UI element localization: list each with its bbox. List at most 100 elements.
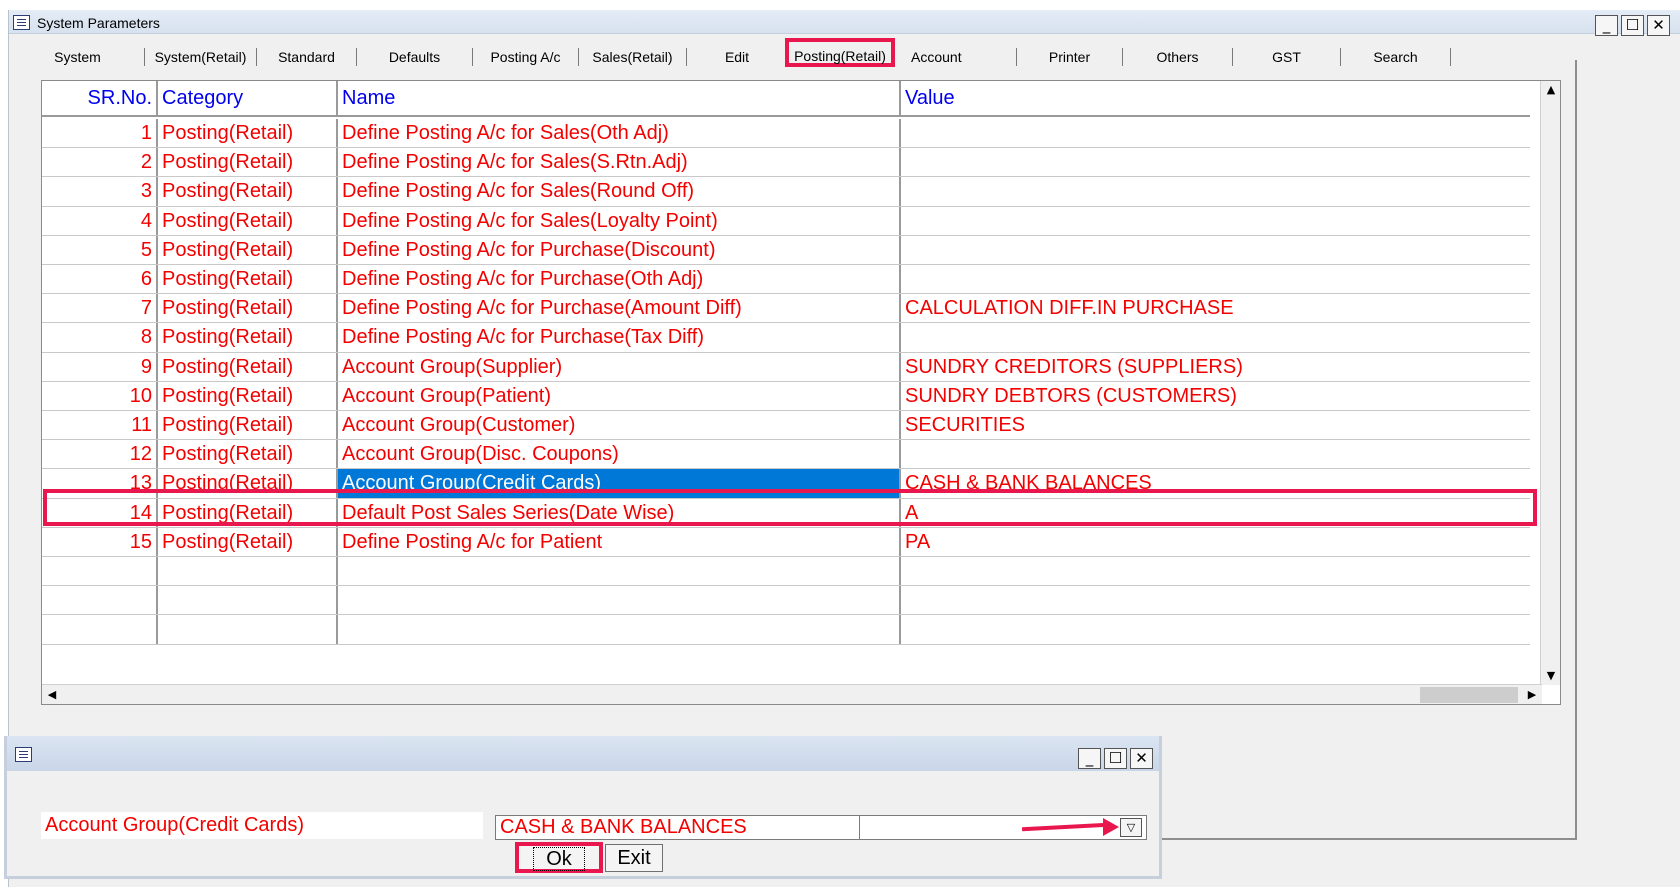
column-header-sr-no[interactable]: SR.No. — [42, 81, 158, 115]
table-row[interactable]: 6 Posting(Retail) Define Posting A/c for P… — [42, 265, 1530, 295]
cell-name[interactable] — [338, 615, 901, 644]
cell-category[interactable]: Posting(Retail) — [158, 119, 338, 148]
table-row[interactable] — [42, 615, 1530, 645]
cell-category[interactable]: Posting(Retail) — [158, 440, 338, 469]
cell-category[interactable]: Posting(Retail) — [158, 177, 338, 206]
table-row[interactable]: 5 Posting(Retail) Define Posting A/c for P… — [42, 235, 1530, 265]
table-row[interactable]: 4 Posting(Retail) Define Posting A/c for S… — [42, 206, 1530, 236]
cell-sr-no[interactable] — [42, 615, 158, 644]
scroll-left-arrow-icon[interactable]: ◀ — [42, 686, 62, 704]
dialog-maximize-button[interactable]: ☐ — [1104, 748, 1127, 769]
cell-category[interactable]: Posting(Retail) — [158, 352, 338, 381]
cell-sr-no[interactable]: 6 — [42, 265, 158, 294]
cell-name[interactable]: Define Posting A/c for Sales(Oth Adj) — [338, 119, 901, 148]
cell-name[interactable]: Define Posting A/c for Sales(S.Rtn.Adj) — [338, 148, 901, 177]
table-row[interactable]: 14 Posting(Retail) Default Post Sales Seri… — [42, 498, 1530, 528]
cell-name[interactable]: Define Posting A/c for Purchase(Amount D… — [338, 294, 901, 323]
cell-sr-no[interactable]: 13 — [42, 469, 158, 498]
horizontal-scroll-thumb[interactable] — [1420, 687, 1518, 703]
dialog-title-bar[interactable]: _ ☐ ✕ — [7, 736, 1159, 771]
cell-name[interactable]: Account Group(Supplier) — [338, 352, 901, 381]
cell-name[interactable]: Account Group(Customer) — [338, 411, 901, 440]
cell-category[interactable]: Posting(Retail) — [158, 235, 338, 264]
vertical-scrollbar[interactable]: ▲ ▼ — [1540, 81, 1560, 685]
column-header-name[interactable]: Name — [338, 81, 901, 115]
ok-button[interactable]: Ok — [515, 842, 603, 873]
cell-category[interactable]: Posting(Retail) — [158, 206, 338, 235]
cell-sr-no[interactable]: 4 — [42, 206, 158, 235]
cell-category[interactable] — [158, 586, 338, 615]
cell-category[interactable]: Posting(Retail) — [158, 323, 338, 352]
table-row[interactable]: 7 Posting(Retail) Define Posting A/c for P… — [42, 294, 1530, 324]
cell-value[interactable] — [901, 323, 1530, 351]
table-row[interactable]: 13 Posting(Retail) Account Group(Credit Ca… — [42, 469, 1530, 499]
cell-sr-no[interactable]: 2 — [42, 148, 158, 177]
cell-value[interactable] — [901, 119, 1530, 147]
table-row[interactable]: 12 Posting(Retail) Account Group(Disc. Cou… — [42, 440, 1530, 470]
cell-name[interactable]: Define Posting A/c for Purchase(Discount… — [338, 235, 901, 264]
cell-name[interactable]: Define Posting A/c for Purchase(Tax Diff… — [338, 323, 901, 352]
cell-name[interactable]: Define Posting A/c for Sales(Round Off) — [338, 177, 901, 206]
column-header-value[interactable]: Value — [901, 81, 1530, 115]
table-row[interactable]: 11 Posting(Retail) Account Group(Customer)… — [42, 411, 1530, 441]
horizontal-scrollbar[interactable]: ◀ ▶ — [42, 684, 1542, 704]
scroll-right-arrow-icon[interactable]: ▶ — [1522, 686, 1542, 704]
cell-value[interactable] — [901, 440, 1530, 468]
cell-name[interactable]: Account Group(Disc. Coupons) — [338, 440, 901, 469]
tab-system-retail[interactable]: System(Retail) — [145, 48, 257, 66]
cell-category[interactable]: Posting(Retail) — [158, 469, 338, 498]
maximize-button[interactable]: ☐ — [1621, 15, 1644, 36]
scroll-up-arrow-icon[interactable]: ▲ — [1541, 81, 1560, 99]
cell-sr-no[interactable] — [42, 586, 158, 615]
tab-system[interactable]: System — [11, 48, 145, 66]
window-menu-icon[interactable] — [13, 15, 30, 30]
cell-sr-no[interactable]: 8 — [42, 323, 158, 352]
tab-printer[interactable]: Printer — [1017, 48, 1123, 66]
table-row[interactable]: 8 Posting(Retail) Define Posting A/c for P… — [42, 323, 1530, 353]
cell-category[interactable] — [158, 557, 338, 586]
cell-name[interactable]: Define Posting A/c for Purchase(Oth Adj) — [338, 265, 901, 294]
cell-sr-no[interactable]: 9 — [42, 352, 158, 381]
table-row[interactable] — [42, 586, 1530, 616]
cell-value[interactable]: SUNDRY CREDITORS (SUPPLIERS) — [901, 353, 1530, 381]
table-row[interactable]: 10 Posting(Retail) Account Group(Patient) S… — [42, 381, 1530, 411]
cell-value[interactable] — [901, 236, 1530, 264]
table-row[interactable]: 1 Posting(Retail) Define Posting A/c for S… — [42, 119, 1530, 149]
tab-standard[interactable]: Standard — [257, 48, 357, 66]
scroll-down-arrow-icon[interactable]: ▼ — [1541, 667, 1560, 685]
cell-value[interactable] — [901, 265, 1530, 293]
cell-sr-no[interactable]: 11 — [42, 411, 158, 440]
tab-gst[interactable]: GST — [1233, 48, 1341, 66]
tab-others[interactable]: Others — [1123, 48, 1233, 66]
column-header-category[interactable]: Category — [158, 81, 338, 115]
table-row[interactable]: 2 Posting(Retail) Define Posting A/c for S… — [42, 148, 1530, 178]
tab-account[interactable]: Account — [897, 48, 1017, 66]
cell-sr-no[interactable]: 15 — [42, 527, 158, 556]
cell-value[interactable] — [901, 207, 1530, 235]
table-row[interactable]: 9 Posting(Retail) Account Group(Supplier) S… — [42, 352, 1530, 382]
cell-value[interactable]: PA — [901, 528, 1530, 556]
tab-search[interactable]: Search — [1341, 48, 1451, 66]
cell-name[interactable] — [338, 557, 901, 586]
exit-button[interactable]: Exit — [605, 844, 663, 872]
minimize-button[interactable]: _ — [1595, 15, 1618, 36]
cell-name[interactable]: Define Posting A/c for Sales(Loyalty Poi… — [338, 206, 901, 235]
tab-posting-ac[interactable]: Posting A/c — [473, 48, 579, 66]
cell-name[interactable]: Default Post Sales Series(Date Wise) — [338, 498, 901, 527]
cell-category[interactable]: Posting(Retail) — [158, 294, 338, 323]
tab-sales-retail[interactable]: Sales(Retail) — [579, 48, 687, 66]
account-group-select-value[interactable]: CASH & BANK BALANCES — [500, 816, 860, 839]
cell-value[interactable]: A — [901, 499, 1530, 527]
cell-sr-no[interactable]: 12 — [42, 440, 158, 469]
cell-category[interactable] — [158, 615, 338, 644]
cell-value[interactable] — [901, 586, 1530, 614]
cell-category[interactable]: Posting(Retail) — [158, 265, 338, 294]
cell-sr-no[interactable]: 7 — [42, 294, 158, 323]
cell-value[interactable] — [901, 557, 1530, 585]
cell-name[interactable]: Define Posting A/c for Patient — [338, 527, 901, 556]
cell-sr-no[interactable]: 14 — [42, 498, 158, 527]
cell-category[interactable]: Posting(Retail) — [158, 411, 338, 440]
cell-value[interactable] — [901, 615, 1530, 643]
table-row[interactable] — [42, 557, 1530, 587]
tab-edit[interactable]: Edit — [687, 48, 787, 66]
